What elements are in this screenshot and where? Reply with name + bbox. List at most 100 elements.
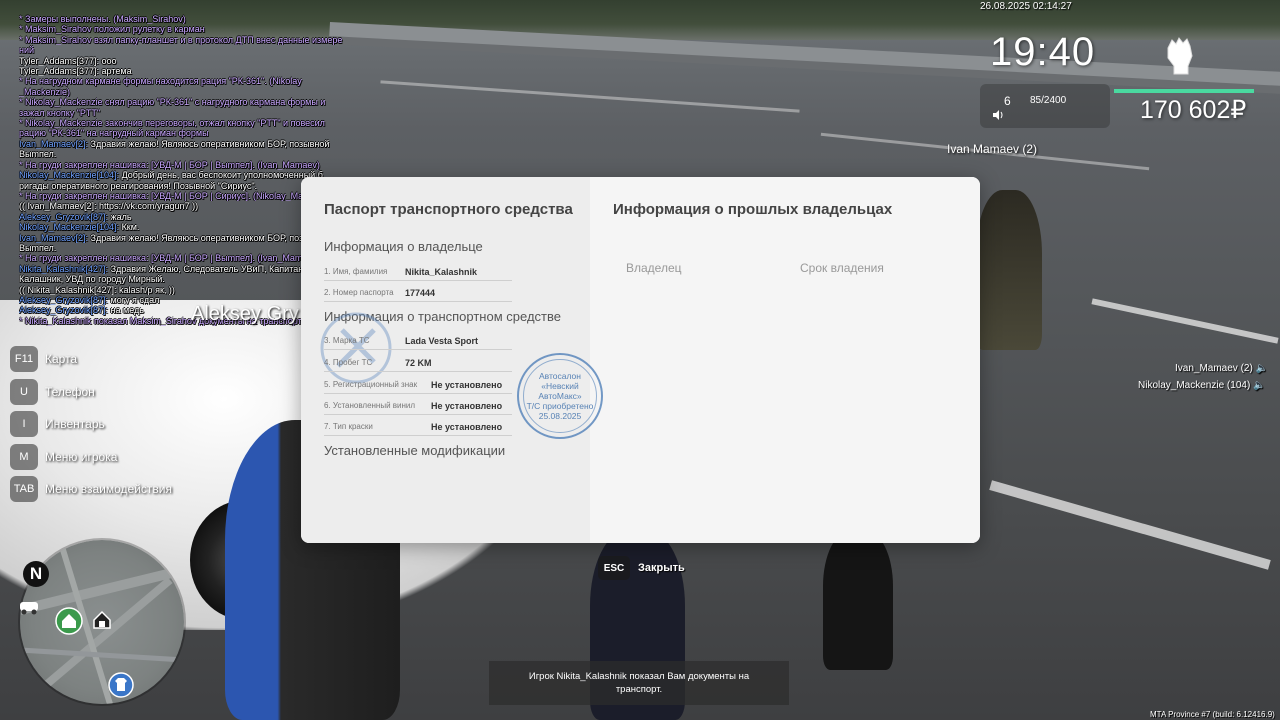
chat-line: * Замеры выполнены. (Maksim_Sirahov) — [19, 14, 186, 24]
ammo-clip: 6 — [1004, 94, 1011, 108]
stamp-text: Т/С приобретено — [526, 401, 594, 411]
home-icon — [55, 607, 83, 635]
fist-weapon-icon — [1167, 37, 1193, 75]
field-vinyl: 6. Установленный винил Не установлено — [324, 393, 512, 415]
chat-message: Здравия желаю! Являюсь оперативником БОР… — [88, 232, 330, 243]
npc-soldier — [976, 190, 1042, 350]
column-period: Срок владения — [800, 261, 884, 275]
field-vehicle-brand: 3. Марка ТС Lada Vesta Sport — [324, 328, 512, 350]
chat-author: Aleksey_Gryzovik[87]: — [19, 211, 109, 222]
field-plate: 5. Регистрационный знак Не установлено — [324, 372, 512, 394]
chat-line: _Mackenzie) — [19, 86, 71, 97]
menu-item-label: Карта — [45, 352, 78, 366]
hotkey-badge: U — [10, 378, 38, 405]
field-label: 1. Имя, фамилия — [324, 267, 388, 276]
chat-author: Ivan_Mamaev[2]: — [19, 232, 89, 243]
voice-indicator: Nikolay_Mackenzie (104) 🔈 — [1138, 380, 1266, 391]
hotkey-badge: TAB — [10, 476, 38, 502]
hud-money: 170 602₽ — [1140, 96, 1247, 124]
chat-message: жаль — [108, 211, 132, 222]
field-passport-number: 2. Номер паспорта 177444 — [324, 280, 512, 302]
field-label: 4. Пробег ТС — [324, 358, 373, 367]
passport-title: Паспорт транспортного средства — [324, 201, 573, 218]
voice-name: Ivan_Mamaev (2) — [1175, 363, 1253, 374]
house-icon — [93, 610, 111, 629]
field-label: 7. Тип краски — [324, 422, 373, 431]
field-label: 2. Номер паспорта — [324, 288, 394, 297]
menu-item-inventory[interactable]: I Инвентарь — [10, 411, 172, 437]
lane-marking — [380, 80, 800, 113]
chat-message: могу я сдал — [108, 294, 160, 305]
field-owner-name: 1. Имя, фамилия Nikita_Kalashnik — [324, 259, 512, 281]
field-label: 3. Марка ТС — [324, 336, 370, 345]
menu-item-label: Меню игрока — [45, 449, 118, 464]
health-bar — [1114, 89, 1254, 93]
chat-line: Ivan_Mamaev[2]: Здравия желаю! Являюсь о… — [19, 139, 369, 149]
field-value: 72 KM — [405, 358, 432, 368]
lane-marking — [989, 480, 1271, 570]
clothes-shop-icon — [108, 672, 134, 698]
menu-item-label: Меню взаимодействия — [45, 482, 172, 496]
nameplate-ivan: Ivan Mamaev (2) — [947, 142, 1038, 156]
ammo-total: 85/2400 — [1030, 95, 1067, 106]
field-value: Lada Vesta Sport — [405, 336, 479, 346]
menu-item-interaction[interactable]: TAB Меню взаимодействия — [10, 476, 172, 502]
chat-author: Ivan_Mamaev[2]: — [19, 138, 89, 149]
menu-item-label: Телефон — [45, 384, 95, 399]
chat-author: Nikolay_Mackenzie[104]: — [19, 170, 120, 181]
mods-section-title: Установленные модификации — [324, 443, 506, 458]
chat-line: Tyler_Addams[377]: ооо — [19, 55, 117, 66]
field-value: Не установлено — [431, 401, 503, 411]
chat-line: зажал кнопку "PTT" — [19, 107, 101, 118]
hotkey-badge: M — [10, 443, 38, 470]
chat-author: Nikolay_Mackenzie[104]: — [19, 222, 120, 233]
chat-author: Nikita_Kalashnik[427]: — [19, 263, 109, 274]
chat-line: * Nikolay_Mackenzie снял рацию "РК-361" … — [19, 97, 326, 108]
chat-author: Aleksey_Gryzovik[87]: — [19, 294, 109, 305]
menu-item-label: Инвентарь — [45, 417, 105, 431]
nameplate-aleksey: Aleksey Gry — [191, 303, 299, 325]
chat-line: рацию "РК-361" на нагрудный карман формы — [19, 128, 209, 139]
ammo-panel — [980, 84, 1110, 128]
speaker-icon: 🔈 — [1255, 363, 1269, 374]
chat-message: Ккм. — [119, 222, 140, 233]
chat-line: ний — [19, 45, 35, 56]
previous-owners-panel — [590, 177, 980, 543]
voice-name: Nikolay_Mackenzie (104) — [1138, 380, 1251, 391]
chat-line: * Nikolay_Mackenzie закончив переговоры,… — [19, 118, 325, 129]
quick-menu: F11 Карта U Телефон I Инвентарь M Меню и… — [10, 346, 172, 509]
chat-author: Aleksey_Gryzovik[87]: — [19, 305, 109, 316]
menu-item-player-menu[interactable]: M Меню игрока — [10, 443, 172, 470]
lane-marking — [1091, 298, 1279, 344]
close-button[interactable]: ESC Закрыть — [598, 556, 685, 580]
owner-section-title: Информация о владельце — [324, 239, 483, 254]
field-value: Nikita_Kalashnik — [405, 267, 478, 277]
voice-indicator: Ivan_Mamaev (2) 🔈 — [1175, 363, 1268, 374]
field-value: Не установлено — [431, 422, 503, 432]
column-owner: Владелец — [626, 261, 682, 275]
field-label: 5. Регистрационный знак — [324, 380, 418, 389]
chat-message: Добрый день, вас беспокоит уполномоченны… — [119, 170, 323, 181]
vehicle-passport-dialog: Паспорт транспортного средства Информаци… — [301, 177, 980, 543]
npc-character — [823, 530, 893, 670]
speaker-icon — [993, 110, 1003, 120]
compass-north: N — [23, 561, 49, 587]
menu-item-phone[interactable]: U Телефон — [10, 378, 172, 405]
stamp-text: «Невский АвтоМакс» — [538, 381, 582, 401]
chat-line: * На груди закреплен нашивка: [УВД-М | Б… — [19, 159, 320, 170]
field-mileage: 4. Пробег ТС 72 KM — [324, 350, 512, 372]
stamp-text: 25.08.2025 — [538, 411, 582, 421]
chat-line: * Maksim_Sirahov взял папку-планшет и в … — [19, 34, 343, 45]
hotkey-badge: I — [10, 411, 38, 437]
field-label: 6. Установленный винил — [324, 401, 416, 410]
hotkey-badge: F11 — [10, 346, 38, 372]
hud-time: 19:40 — [990, 30, 1096, 74]
chat-message: Здравия желаю! Являюсь оперативником БОР… — [88, 138, 330, 149]
build-info: MTA Province #7 (build: 6.12416.9) — [1150, 710, 1275, 719]
menu-item-map[interactable]: F11 Карта — [10, 346, 172, 372]
chat-line: * Maksim_Sirahov положил рулетку в карма… — [19, 24, 205, 35]
field-value: Не установлено — [431, 380, 503, 390]
stamp-text: Автосалон — [539, 371, 581, 381]
field-value: 177444 — [405, 288, 436, 298]
chat-message: на медь — [108, 305, 144, 316]
